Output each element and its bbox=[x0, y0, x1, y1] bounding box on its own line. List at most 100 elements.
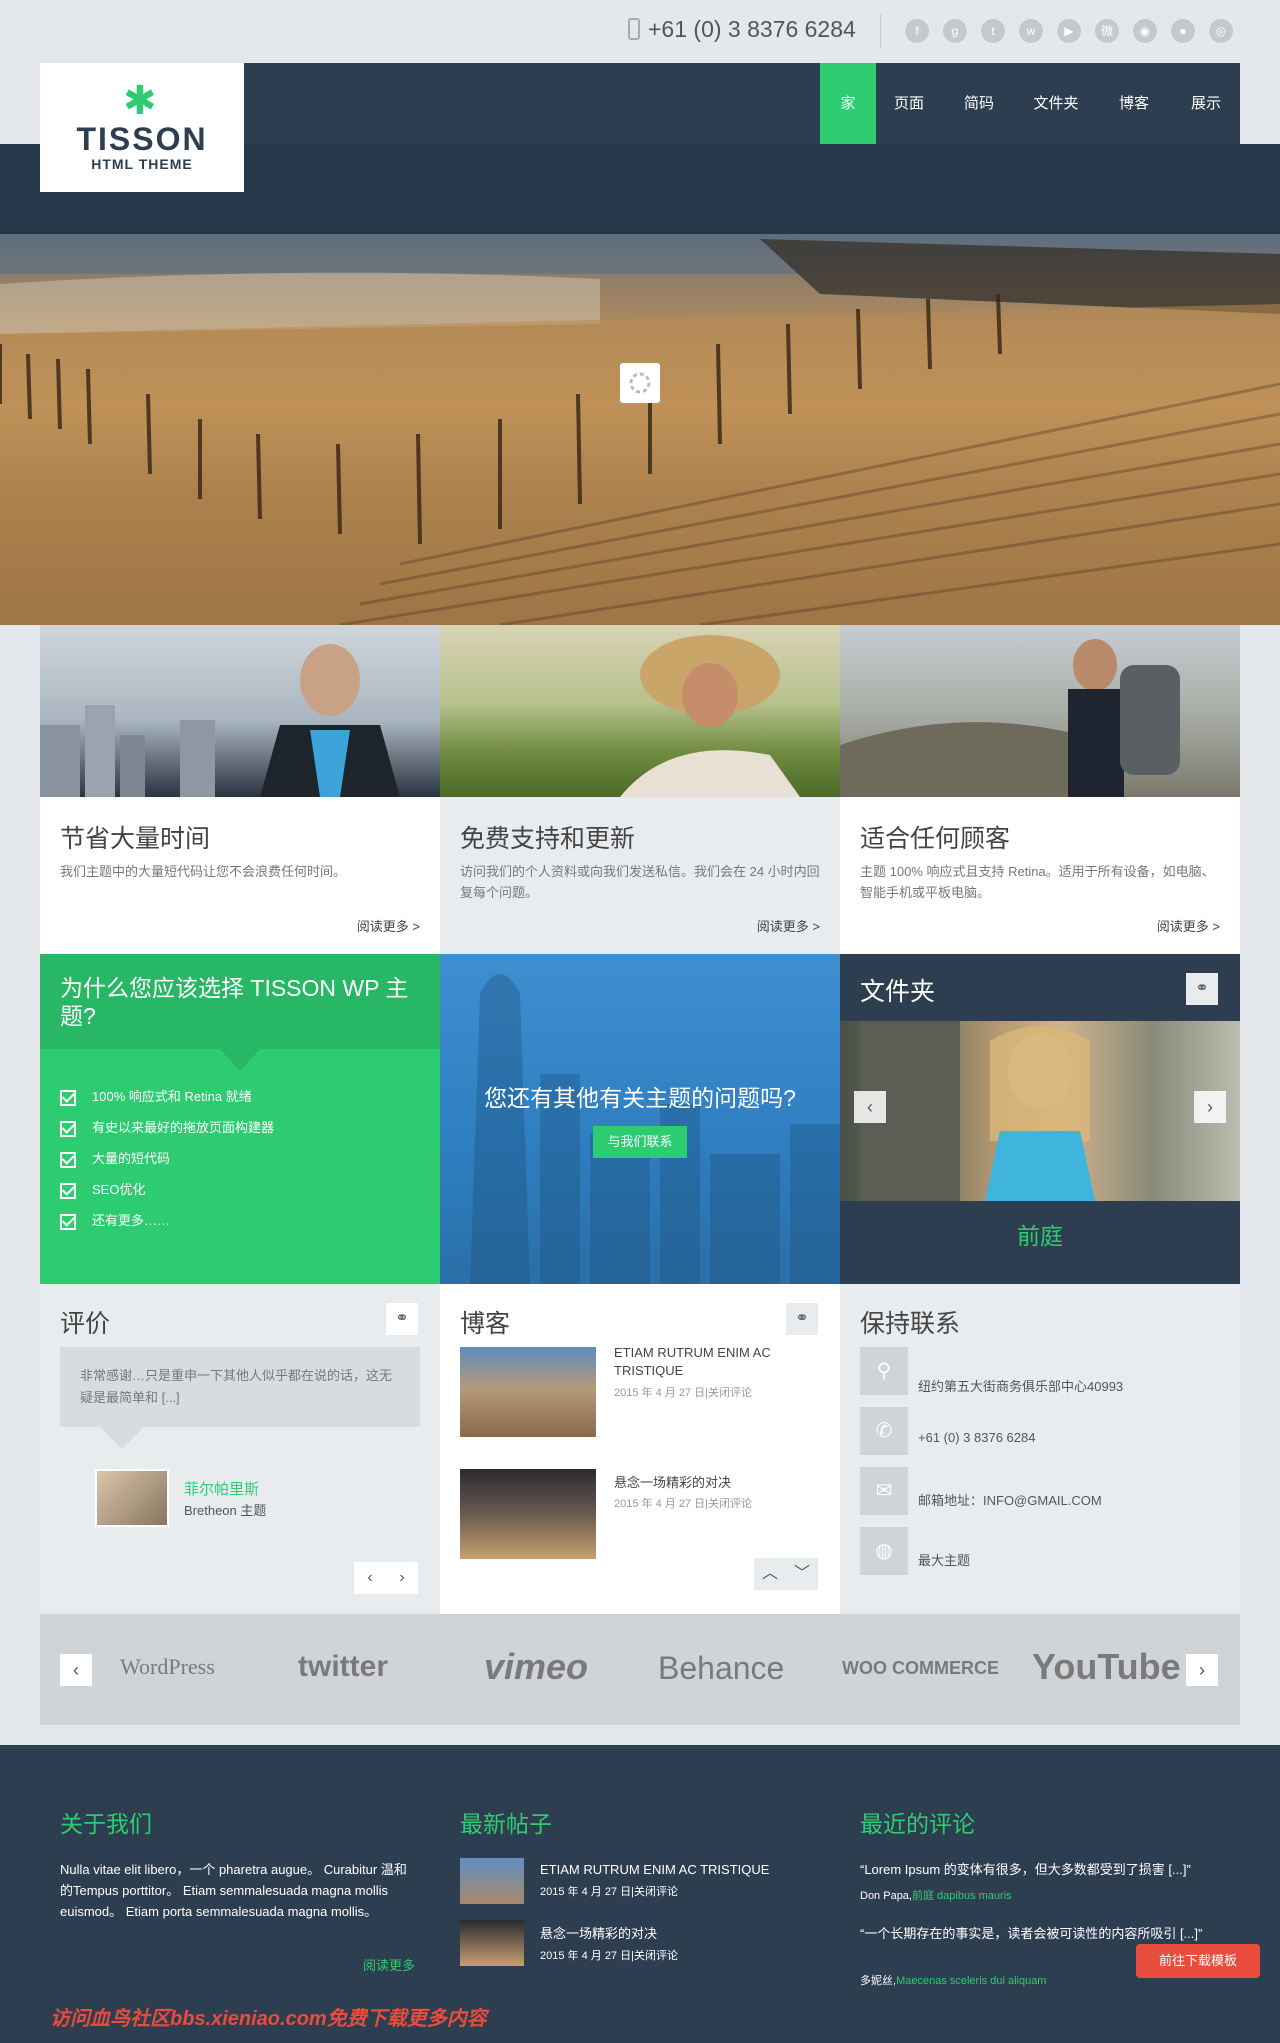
logo-subtitle: HTML THEME bbox=[91, 156, 193, 172]
watermark-text[interactable]: 访问血鸟社区bbs.xieniao.com免费下载更多内容 bbox=[50, 2002, 487, 2031]
rss-icon[interactable]: ◉ bbox=[1133, 19, 1157, 43]
portfolio-title: 文件夹 bbox=[860, 978, 936, 1006]
contact-title: 保持联系 bbox=[860, 1310, 961, 1338]
feature-card-support: 免费支持和更新 访问我们的个人资料或向我们发送私信。我们会在 24 小时内回复每… bbox=[440, 625, 840, 954]
portfolio-panel: 文件夹 ⚭ ‹ › 前庭 bbox=[840, 954, 1240, 1284]
footer-comment-meta: Don Papa,前庭 dapibus mauris bbox=[860, 1887, 1012, 1903]
footer-comment-meta: 多妮丝,Maecenas sceleris dui aliquam bbox=[860, 1972, 1046, 1988]
download-template-button[interactable]: 前往下载模板 bbox=[1136, 1944, 1260, 1978]
read-more-link[interactable]: 阅读更多 > bbox=[1157, 916, 1220, 935]
question-text: 您还有其他有关主题的问题吗? bbox=[484, 1085, 796, 1111]
checkbox-icon bbox=[60, 1151, 76, 1168]
blog-post-date: 2015 年 4 月 27 日|关闭评论 bbox=[614, 1387, 752, 1399]
contact-phone: +61 (0) 3 8376 6284 bbox=[918, 1430, 1036, 1445]
nav-item-home[interactable]: 家 bbox=[820, 63, 876, 144]
nav-item-showcase[interactable]: 展示 bbox=[1172, 63, 1240, 144]
footer-comment-author: Don Papa, bbox=[860, 1890, 912, 1902]
youtube-logo[interactable]: YouTube bbox=[1032, 1646, 1181, 1688]
chevron-right-icon[interactable]: › bbox=[386, 1562, 418, 1594]
blog-post-date: 2015 年 4 月 27 日|关闭评论 bbox=[614, 1498, 752, 1510]
why-item-label: SEO优化 bbox=[92, 1182, 146, 1197]
chevron-down-icon[interactable]: ﹀ bbox=[786, 1558, 818, 1590]
globe-icon: ◍ bbox=[860, 1527, 908, 1575]
youtube-icon[interactable]: ▶ bbox=[1057, 19, 1081, 43]
wechat-icon[interactable]: w bbox=[1019, 19, 1043, 43]
link-icon[interactable]: ⚭ bbox=[786, 1303, 818, 1335]
feature-text: 主题 100% 响应式且支持 Retina。适用于所有设备，如电脑、智能手机或平… bbox=[860, 864, 1215, 900]
blog-panel: 博客 ⚭ ETIAM RUTRUM ENIM AC TRISTIQUE 2015… bbox=[440, 1284, 840, 1614]
dribbble-icon[interactable]: ◎ bbox=[1209, 19, 1233, 43]
testimonials-title: 评价 bbox=[60, 1310, 111, 1338]
location-pin-icon: ⚲ bbox=[860, 1347, 908, 1395]
feature-title: 免费支持和更新 bbox=[460, 825, 636, 853]
portfolio-caption[interactable]: 前庭 bbox=[840, 1217, 1240, 1251]
loading-spinner-icon bbox=[620, 363, 660, 403]
nav-item-shortcodes[interactable]: 简码 bbox=[942, 63, 1016, 144]
portfolio-prev-arrow[interactable]: ‹ bbox=[854, 1091, 886, 1123]
nav-item-portfolio[interactable]: 文件夹 bbox=[1016, 63, 1096, 144]
weibo-icon[interactable]: 微 bbox=[1095, 19, 1119, 43]
wordpress-logo[interactable]: WordPress bbox=[120, 1654, 215, 1680]
nav-item-pages[interactable]: 页面 bbox=[876, 63, 942, 144]
testimonials-panel: 评价 ⚭ 非常感谢…只是重申一下其他人似乎都在说的话，这无疑是最简单和 [...… bbox=[40, 1284, 440, 1614]
footer-post-thumbnail[interactable] bbox=[460, 1858, 524, 1904]
why-choose-panel: 为什么您应该选择 TISSON WP 主题? 100% 响应式和 Retina … bbox=[40, 954, 440, 1284]
blog-post-title[interactable]: 悬念一场精彩的对决 bbox=[614, 1474, 820, 1492]
woocommerce-logo[interactable]: WOO COMMERCE bbox=[842, 1658, 999, 1679]
blog-thumbnail[interactable] bbox=[460, 1347, 596, 1437]
read-more-link[interactable]: 阅读更多 > bbox=[357, 916, 420, 935]
nav-item-blog[interactable]: 博客 bbox=[1096, 63, 1172, 144]
city-background-image bbox=[470, 974, 840, 1284]
contact-email[interactable]: 邮箱地址：INFO@GMAIL.COM bbox=[918, 1490, 1102, 1509]
feature-text: 我们主题中的大量短代码让您不会浪费任何时间。 bbox=[60, 864, 347, 879]
feature-text: 访问我们的个人资料或向我们发送私信。我们会在 24 小时内回复每个问题。 bbox=[460, 864, 820, 900]
contact-panel: 保持联系 ⚲ 纽约第五大街商务俱乐部中心40993 ✆ +61 (0) 3 83… bbox=[840, 1284, 1240, 1614]
footer-post-thumbnail[interactable] bbox=[460, 1920, 524, 1966]
footer-post-title[interactable]: 悬念一场精彩的对决 bbox=[540, 1923, 657, 1944]
link-icon[interactable]: ⚭ bbox=[1186, 973, 1218, 1005]
behance-logo[interactable]: Behance bbox=[658, 1650, 784, 1687]
why-item: 有史以来最好的拖放页面构建器 bbox=[60, 1117, 274, 1137]
portfolio-image[interactable] bbox=[840, 1021, 1240, 1201]
footer-comment-text: “Lorem Ipsum 的变体有很多，但大多数都受到了损害 [...]” bbox=[860, 1862, 1191, 1877]
link-icon[interactable]: ⚭ bbox=[386, 1303, 418, 1335]
chevron-up-icon[interactable]: ︿ bbox=[754, 1558, 786, 1590]
footer-comment-author: 多妮丝, bbox=[860, 1975, 897, 1987]
partners-prev-arrow[interactable]: ‹ bbox=[60, 1654, 92, 1686]
partners-carousel: ‹ WordPress twitter vimeo Behance WOO CO… bbox=[40, 1614, 1240, 1725]
chevron-left-icon[interactable]: ‹ bbox=[354, 1562, 386, 1594]
blog-thumbnail[interactable] bbox=[460, 1469, 596, 1559]
tumblr-icon[interactable]: t bbox=[981, 19, 1005, 43]
quote-pointer bbox=[100, 1427, 144, 1449]
blog-post-title[interactable]: ETIAM RUTRUM ENIM AC TRISTIQUE bbox=[614, 1344, 820, 1380]
read-more-link[interactable]: 阅读更多 > bbox=[757, 916, 820, 935]
portfolio-next-arrow[interactable]: › bbox=[1194, 1091, 1226, 1123]
footer-comment-link[interactable]: Maecenas sceleris dui aliquam bbox=[896, 1975, 1046, 1987]
facebook-icon[interactable]: f bbox=[905, 19, 929, 43]
site-logo[interactable]: ✱ TISSON HTML THEME bbox=[40, 63, 244, 192]
google-plus-icon[interactable]: g bbox=[943, 19, 967, 43]
footer-post-title[interactable]: ETIAM RUTRUM ENIM AC TRISTIQUE bbox=[540, 1859, 769, 1880]
testimonial-quote: 非常感谢…只是重申一下其他人似乎都在说的话，这无疑是最简单和 [...] bbox=[60, 1347, 420, 1427]
footer-comment-link[interactable]: 前庭 dapibus mauris bbox=[912, 1890, 1012, 1902]
checkbox-icon bbox=[60, 1120, 76, 1137]
contact-us-button[interactable]: 与我们联系 bbox=[593, 1126, 687, 1158]
contact-website[interactable]: 最大主题 bbox=[918, 1550, 970, 1569]
partners-next-arrow[interactable]: › bbox=[1186, 1654, 1218, 1686]
footer-post-date: 2015 年 4 月 27 日|关闭评论 bbox=[540, 1950, 678, 1962]
vimeo-logo[interactable]: vimeo bbox=[484, 1646, 588, 1688]
avatar bbox=[95, 1469, 169, 1527]
footer-read-more-link[interactable]: 阅读更多 bbox=[363, 1955, 415, 1976]
why-item: 大量的短代码 bbox=[60, 1148, 170, 1168]
checkbox-icon bbox=[60, 1213, 76, 1230]
why-choose-pointer bbox=[220, 1049, 260, 1071]
footer-comment-text: “一个长期存在的事实是，读者会被可读性的内容所吸引 [...]” bbox=[860, 1926, 1203, 1941]
feature-title: 适合任何顾客 bbox=[860, 825, 1011, 853]
feature-image-woman-hat bbox=[440, 625, 840, 797]
logo-mark-icon: ✱ bbox=[123, 79, 157, 123]
why-choose-title: 为什么您应该选择 TISSON WP 主题? bbox=[60, 975, 409, 1029]
why-item-label: 有史以来最好的拖放页面构建器 bbox=[92, 1120, 275, 1135]
twitter-logo[interactable]: twitter bbox=[298, 1650, 388, 1684]
reviewer-name[interactable]: 菲尔帕里斯 bbox=[184, 1478, 259, 1499]
flickr-icon[interactable]: ● bbox=[1171, 19, 1195, 43]
